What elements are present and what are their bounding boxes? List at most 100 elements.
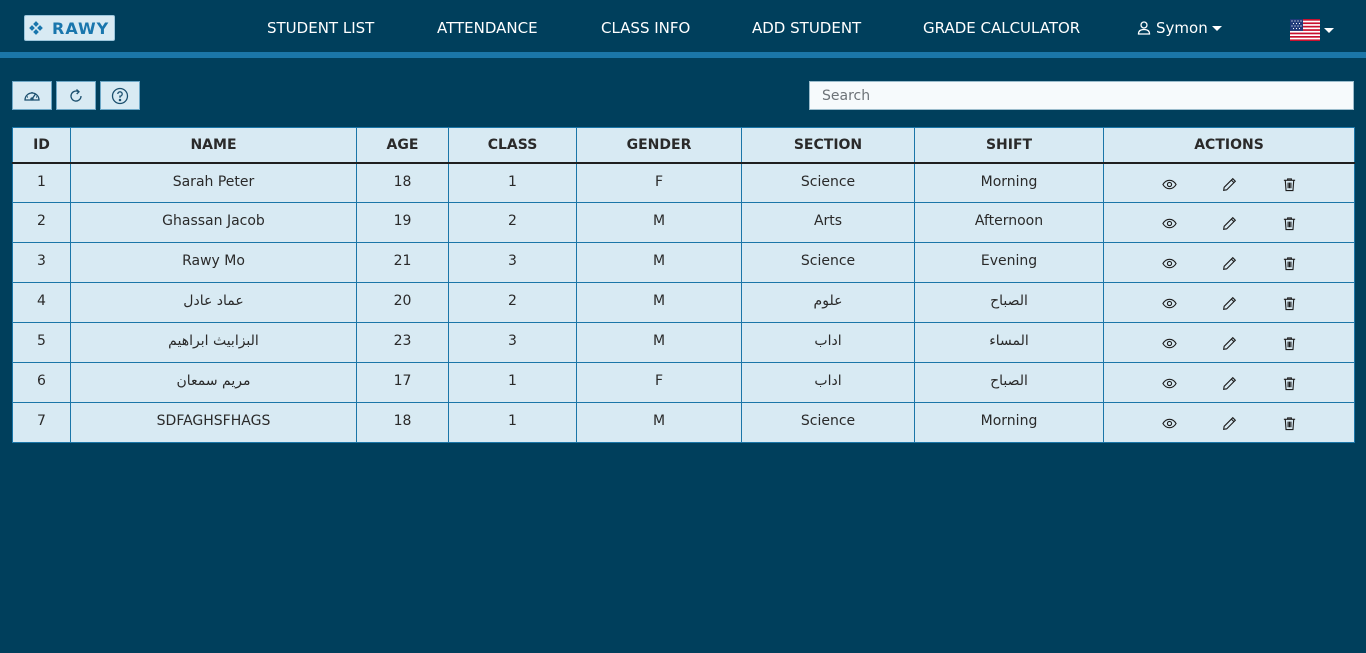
cell-actions xyxy=(1103,202,1355,243)
cell-id: 7 xyxy=(12,402,71,443)
user-menu[interactable]: Symon xyxy=(1137,19,1222,37)
edit-button[interactable] xyxy=(1199,373,1259,391)
chevron-down-icon xyxy=(1324,27,1334,33)
cell-actions xyxy=(1103,362,1355,403)
cell-class: 2 xyxy=(448,202,577,243)
view-icon xyxy=(1161,179,1177,189)
delete-icon xyxy=(1283,297,1295,311)
cell-section: Science xyxy=(741,242,915,283)
refresh-button[interactable] xyxy=(56,81,96,110)
edit-button[interactable] xyxy=(1199,333,1259,351)
cell-shift: Morning xyxy=(914,162,1104,203)
cell-id: 2 xyxy=(12,202,71,243)
delete-button[interactable] xyxy=(1259,213,1319,231)
cell-shift: الصباح xyxy=(914,282,1104,323)
edit-button[interactable] xyxy=(1199,174,1259,192)
edit-button[interactable] xyxy=(1199,253,1259,271)
us-flag-icon xyxy=(1290,19,1320,41)
cell-class: 3 xyxy=(448,242,577,283)
edit-button[interactable] xyxy=(1199,213,1259,231)
view-button[interactable] xyxy=(1139,174,1199,192)
cell-gender: M xyxy=(576,202,742,243)
view-icon xyxy=(1161,338,1177,349)
cell-class: 1 xyxy=(448,162,577,203)
search-input[interactable] xyxy=(809,81,1354,110)
table-row: 3 Rawy Mo 21 3 M Science Evening xyxy=(12,242,1355,283)
column-header-gender[interactable]: GENDER xyxy=(576,127,742,164)
cell-actions xyxy=(1103,242,1355,283)
brand-logo[interactable]: RAWY xyxy=(24,15,115,41)
view-button[interactable] xyxy=(1139,413,1199,431)
brand-name: RAWY xyxy=(52,18,110,38)
cell-class: 1 xyxy=(448,402,577,443)
delete-button[interactable] xyxy=(1259,333,1319,351)
cell-id: 1 xyxy=(12,162,71,203)
cell-name: عماد عادل xyxy=(70,282,357,323)
cell-class: 2 xyxy=(448,282,577,323)
cell-age: 21 xyxy=(356,242,449,283)
chevron-down-icon xyxy=(1211,25,1222,31)
navbar: RAWY STUDENT LIST ATTENDANCE CLASS INFO … xyxy=(0,0,1366,58)
edit-button[interactable] xyxy=(1199,293,1259,311)
column-header-shift[interactable]: SHIFT xyxy=(914,127,1104,164)
table-row: 2 Ghassan Jacob 19 2 M Arts Afternoon xyxy=(12,202,1355,243)
cell-id: 4 xyxy=(12,282,71,323)
column-header-age[interactable]: AGE xyxy=(356,127,449,164)
help-button[interactable] xyxy=(100,81,140,110)
column-header-id[interactable]: ID xyxy=(12,127,71,164)
delete-button[interactable] xyxy=(1259,373,1319,391)
delete-button[interactable] xyxy=(1259,293,1319,311)
logo-mark-icon xyxy=(29,21,43,35)
cell-id: 6 xyxy=(12,362,71,403)
cell-gender: F xyxy=(576,362,742,403)
view-icon xyxy=(1161,218,1177,229)
nav-student-list[interactable]: STUDENT LIST xyxy=(267,19,374,37)
nav-class-info[interactable]: CLASS INFO xyxy=(601,19,690,37)
view-button[interactable] xyxy=(1139,333,1199,351)
cell-section: علوم xyxy=(741,282,915,323)
table-row: 1 Sarah Peter 18 1 F Science Morning xyxy=(12,162,1355,203)
cell-name: مريم سمعان xyxy=(70,362,357,403)
cell-shift: Morning xyxy=(914,402,1104,443)
view-button[interactable] xyxy=(1139,293,1199,311)
column-header-section[interactable]: SECTION xyxy=(741,127,915,164)
user-name: Symon xyxy=(1156,19,1208,37)
dashboard-button[interactable] xyxy=(12,81,52,110)
view-icon xyxy=(1161,298,1177,309)
language-menu[interactable] xyxy=(1290,19,1334,41)
edit-icon xyxy=(1222,296,1236,310)
view-icon xyxy=(1161,258,1177,269)
delete-icon xyxy=(1283,217,1295,231)
view-icon xyxy=(1161,418,1177,429)
cell-age: 19 xyxy=(356,202,449,243)
delete-icon xyxy=(1283,257,1295,271)
view-button[interactable] xyxy=(1139,253,1199,271)
edit-icon xyxy=(1222,416,1236,430)
table-row: 7 SDFAGHSFHAGS 18 1 M Science Morning xyxy=(12,402,1355,443)
nav-grade-calculator[interactable]: GRADE CALCULATOR xyxy=(923,19,1080,37)
cell-shift: المساء xyxy=(914,322,1104,363)
view-button[interactable] xyxy=(1139,213,1199,231)
delete-button[interactable] xyxy=(1259,413,1319,431)
nav-add-student[interactable]: ADD STUDENT xyxy=(752,19,861,37)
cell-actions xyxy=(1103,322,1355,363)
column-header-actions: ACTIONS xyxy=(1103,127,1355,164)
cell-id: 3 xyxy=(12,242,71,283)
delete-icon xyxy=(1283,177,1295,191)
delete-button[interactable] xyxy=(1259,174,1319,192)
cell-gender: M xyxy=(576,402,742,443)
cell-age: 18 xyxy=(356,402,449,443)
edit-button[interactable] xyxy=(1199,413,1259,431)
delete-button[interactable] xyxy=(1259,253,1319,271)
cell-age: 20 xyxy=(356,282,449,323)
column-header-name[interactable]: NAME xyxy=(70,127,357,164)
cell-section: Science xyxy=(741,162,915,203)
person-icon xyxy=(1137,21,1151,35)
table-body: 1 Sarah Peter 18 1 F Science Morning 2 G… xyxy=(12,162,1355,443)
view-button[interactable] xyxy=(1139,373,1199,391)
cell-section: Science xyxy=(741,402,915,443)
nav-attendance[interactable]: ATTENDANCE xyxy=(437,19,538,37)
column-header-class[interactable]: CLASS xyxy=(448,127,577,164)
edit-icon xyxy=(1222,177,1236,191)
table-row: 5 البزابيث ابراهيم 23 3 M اداب المساء xyxy=(12,322,1355,363)
